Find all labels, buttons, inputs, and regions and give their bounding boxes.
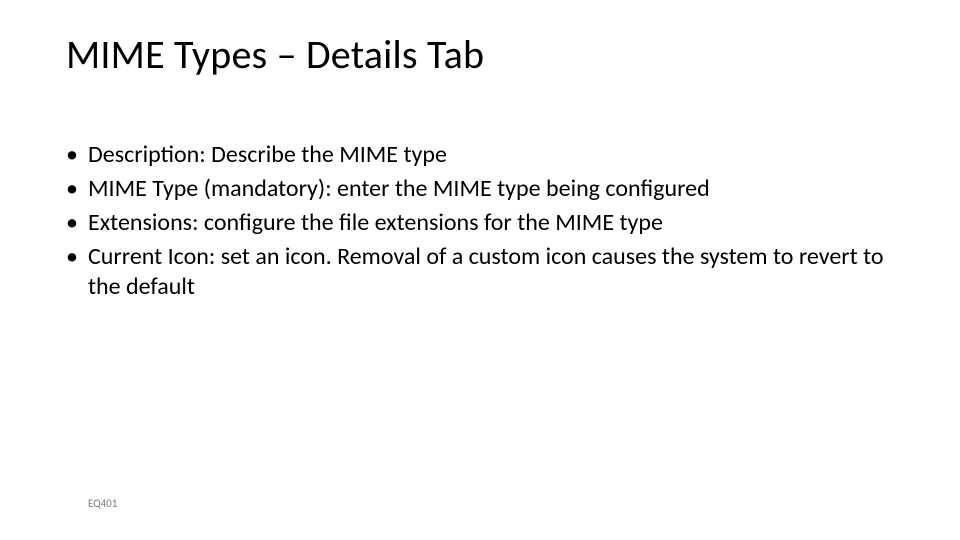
bullet-item: Description: Describe the MIME type <box>66 140 896 170</box>
bullet-item: Extensions: configure the file extension… <box>66 208 896 238</box>
bullet-item: MIME Type (mandatory): enter the MIME ty… <box>66 174 896 204</box>
footer-code: EQ401 <box>88 497 117 510</box>
slide: MIME Types – Details Tab Description: De… <box>0 0 960 540</box>
body: Description: Describe the MIME type MIME… <box>66 140 896 306</box>
bullet-item: Current Icon: set an icon. Removal of a … <box>66 242 896 302</box>
bullet-list: Description: Describe the MIME type MIME… <box>66 140 896 302</box>
page-title: MIME Types – Details Tab <box>66 30 484 79</box>
